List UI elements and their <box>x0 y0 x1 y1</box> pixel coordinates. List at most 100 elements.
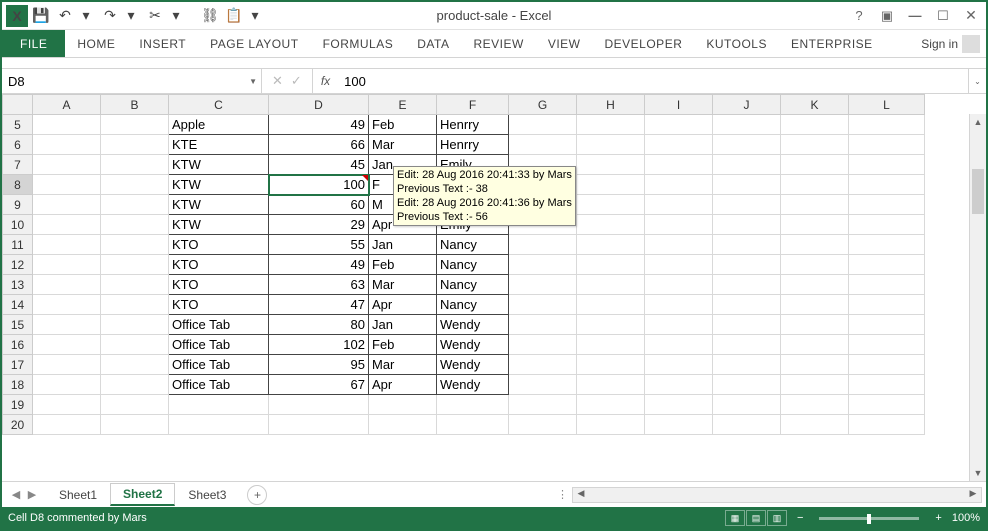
cell[interactable] <box>645 395 713 415</box>
cell[interactable] <box>33 155 101 175</box>
cell[interactable]: 47 <box>269 295 369 315</box>
cell[interactable] <box>33 115 101 135</box>
cell[interactable] <box>713 215 781 235</box>
cell[interactable]: KTO <box>169 275 269 295</box>
cell[interactable] <box>781 255 849 275</box>
cell[interactable]: 66 <box>269 135 369 155</box>
cell[interactable]: Feb <box>369 255 437 275</box>
cell[interactable] <box>509 255 577 275</box>
cell[interactable] <box>33 355 101 375</box>
sheet-tab-sheet2[interactable]: Sheet2 <box>110 483 175 506</box>
cell[interactable]: Wendy <box>437 355 509 375</box>
cell[interactable] <box>781 195 849 215</box>
row-header[interactable]: 13 <box>3 275 33 295</box>
cell[interactable] <box>849 135 925 155</box>
undo-dropdown-icon[interactable]: ▾ <box>75 5 97 27</box>
cell[interactable]: Office Tab <box>169 315 269 335</box>
tab-page-layout[interactable]: PAGE LAYOUT <box>198 30 310 57</box>
cell[interactable] <box>577 295 645 315</box>
cell[interactable] <box>509 315 577 335</box>
cell[interactable] <box>645 375 713 395</box>
cell[interactable] <box>645 335 713 355</box>
cell[interactable]: KTW <box>169 175 269 195</box>
cell[interactable] <box>645 275 713 295</box>
formula-input[interactable]: 100 <box>338 69 968 93</box>
zoom-out-icon[interactable]: − <box>797 512 803 524</box>
cell[interactable]: Feb <box>369 335 437 355</box>
name-box[interactable]: D8▼ <box>2 69 262 93</box>
cell[interactable]: Henrry <box>437 115 509 135</box>
qat-icon[interactable]: 📋 <box>223 5 245 27</box>
cell[interactable] <box>713 315 781 335</box>
cell[interactable] <box>269 395 369 415</box>
tab-file[interactable]: FILE <box>2 30 65 57</box>
cell[interactable] <box>101 335 169 355</box>
cell[interactable]: KTE <box>169 135 269 155</box>
cell[interactable]: Office Tab <box>169 355 269 375</box>
cell[interactable] <box>33 335 101 355</box>
tab-view[interactable]: VIEW <box>536 30 593 57</box>
cell[interactable] <box>509 415 577 435</box>
page-break-view-icon[interactable]: ▥ <box>767 510 787 526</box>
cell[interactable] <box>33 135 101 155</box>
cell[interactable] <box>713 255 781 275</box>
row-header[interactable]: 18 <box>3 375 33 395</box>
cell[interactable] <box>33 235 101 255</box>
cell[interactable] <box>849 315 925 335</box>
cell[interactable] <box>781 295 849 315</box>
cell[interactable]: Nancy <box>437 275 509 295</box>
cell[interactable] <box>101 295 169 315</box>
cell[interactable] <box>101 215 169 235</box>
cell[interactable]: KTW <box>169 195 269 215</box>
cell[interactable] <box>577 155 645 175</box>
cell[interactable] <box>645 215 713 235</box>
tab-home[interactable]: HOME <box>65 30 127 57</box>
cell[interactable] <box>713 275 781 295</box>
cell[interactable] <box>577 215 645 235</box>
row-header[interactable]: 9 <box>3 195 33 215</box>
sheet-nav-prev-icon[interactable]: ◀ <box>8 488 24 501</box>
tab-insert[interactable]: INSERT <box>127 30 198 57</box>
ribbon-options-icon[interactable]: ▣ <box>874 3 900 29</box>
cell[interactable] <box>33 215 101 235</box>
minimize-icon[interactable]: — <box>902 3 928 29</box>
cell[interactable] <box>509 275 577 295</box>
cell[interactable] <box>33 195 101 215</box>
cell[interactable] <box>645 195 713 215</box>
cell[interactable]: KTO <box>169 235 269 255</box>
cell[interactable] <box>645 115 713 135</box>
cell[interactable] <box>713 135 781 155</box>
col-header[interactable]: K <box>781 95 849 115</box>
cell[interactable]: Mar <box>369 275 437 295</box>
sign-in-link[interactable]: Sign in <box>915 30 986 57</box>
cell[interactable]: 60 <box>269 195 369 215</box>
cell[interactable] <box>781 315 849 335</box>
cell[interactable] <box>577 135 645 155</box>
cell[interactable] <box>781 395 849 415</box>
cell[interactable] <box>781 115 849 135</box>
cell[interactable] <box>101 155 169 175</box>
chevron-down-icon[interactable]: ▼ <box>249 77 257 86</box>
cell[interactable] <box>713 335 781 355</box>
cell[interactable]: 29 <box>269 215 369 235</box>
page-layout-view-icon[interactable]: ▤ <box>746 510 766 526</box>
cell[interactable] <box>577 395 645 415</box>
cell[interactable] <box>509 115 577 135</box>
cell[interactable] <box>577 335 645 355</box>
cell[interactable] <box>713 115 781 135</box>
scroll-thumb[interactable] <box>972 169 984 214</box>
cancel-icon[interactable]: ✕ <box>272 73 283 89</box>
cell[interactable] <box>645 315 713 335</box>
cell[interactable] <box>101 395 169 415</box>
cell[interactable]: Feb <box>369 115 437 135</box>
cell[interactable]: Wendy <box>437 335 509 355</box>
cell[interactable] <box>509 335 577 355</box>
cell[interactable] <box>713 155 781 175</box>
cell[interactable]: 55 <box>269 235 369 255</box>
col-header[interactable]: E <box>369 95 437 115</box>
col-header[interactable]: L <box>849 95 925 115</box>
cell[interactable] <box>645 255 713 275</box>
cell[interactable] <box>849 215 925 235</box>
redo-icon[interactable]: ↷ <box>99 5 121 27</box>
enter-icon[interactable]: ✓ <box>291 73 302 89</box>
